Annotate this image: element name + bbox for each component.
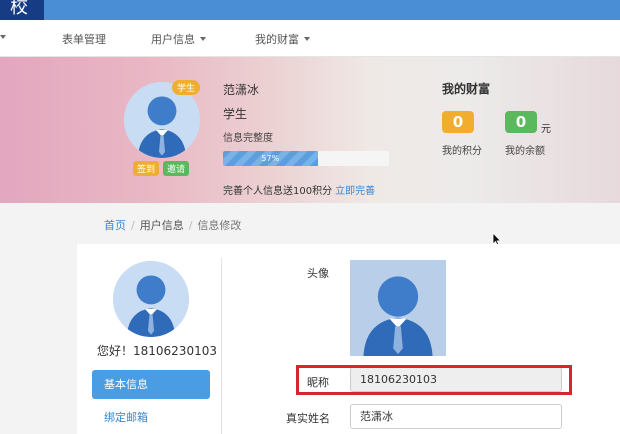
breadcrumb-home[interactable]: 首页 bbox=[104, 219, 126, 232]
user-name: 范潇冰 bbox=[223, 83, 260, 97]
sidebar-avatar bbox=[113, 261, 189, 337]
balance-unit: 元 bbox=[541, 124, 551, 135]
sidebar-item-bind-email[interactable]: 绑定邮箱 bbox=[104, 409, 148, 425]
avatar-label: 头像 bbox=[307, 267, 329, 280]
card-divider bbox=[221, 258, 222, 434]
checkin-button[interactable]: 签到 bbox=[133, 161, 160, 176]
breadcrumb-separator: / bbox=[188, 219, 193, 232]
complete-now-link[interactable]: 立即完善 bbox=[335, 186, 375, 197]
completion-hint: 完善个人信息送100积分 立即完善 bbox=[223, 182, 375, 197]
breadcrumb-section[interactable]: 用户信息 bbox=[140, 219, 184, 232]
user-avatar-icon bbox=[350, 260, 446, 356]
user-avatar-icon bbox=[113, 261, 189, 337]
caret-down-icon bbox=[0, 35, 6, 39]
nav-item-user-info[interactable]: 用户信息 bbox=[151, 31, 206, 47]
completeness-progress-bar: 57% bbox=[223, 151, 389, 166]
student-badge: 学生 bbox=[172, 80, 201, 95]
logo[interactable]: 校 bbox=[0, 0, 44, 20]
avatar-upload-image[interactable] bbox=[350, 260, 446, 356]
wealth-title: 我的财富 bbox=[442, 82, 491, 96]
nav-caret-partial[interactable] bbox=[0, 31, 6, 44]
realname-field[interactable]: 范潇冰 bbox=[350, 404, 562, 429]
progress-fill: 57% bbox=[223, 151, 318, 166]
highlight-box bbox=[296, 365, 572, 395]
top-bar: 校 bbox=[0, 0, 620, 20]
balance-label: 我的余额 bbox=[505, 146, 545, 157]
nav-item-my-wealth[interactable]: 我的财富 bbox=[255, 31, 310, 47]
balance-value[interactable]: 0 bbox=[505, 111, 537, 133]
caret-down-icon bbox=[304, 37, 310, 41]
greeting-text: 您好！18106230103 bbox=[97, 344, 217, 358]
nav-item-form-management[interactable]: 表单管理 bbox=[62, 31, 106, 47]
hint-text: 完善个人信息送100积分 bbox=[223, 186, 333, 197]
main-nav: 表单管理 用户信息 我的财富 bbox=[0, 20, 620, 57]
caret-down-icon bbox=[200, 37, 206, 41]
points-value[interactable]: 0 bbox=[442, 111, 474, 133]
realname-label: 真实姓名 bbox=[286, 412, 330, 425]
breadcrumb-current: 信息修改 bbox=[197, 219, 242, 232]
breadcrumb-separator: / bbox=[131, 219, 135, 232]
points-label: 我的积分 bbox=[442, 146, 482, 157]
breadcrumb: 首页 / 用户信息 / 信息修改 bbox=[104, 217, 241, 233]
nav-item-label: 用户信息 bbox=[151, 33, 195, 46]
invite-button[interactable]: 邀请 bbox=[163, 161, 190, 176]
sidebar-item-basic-info[interactable]: 基本信息 bbox=[92, 370, 210, 399]
user-role: 学生 bbox=[223, 107, 248, 121]
completeness-label: 信息完整度 bbox=[223, 133, 273, 144]
nav-item-label: 我的财富 bbox=[255, 33, 299, 46]
